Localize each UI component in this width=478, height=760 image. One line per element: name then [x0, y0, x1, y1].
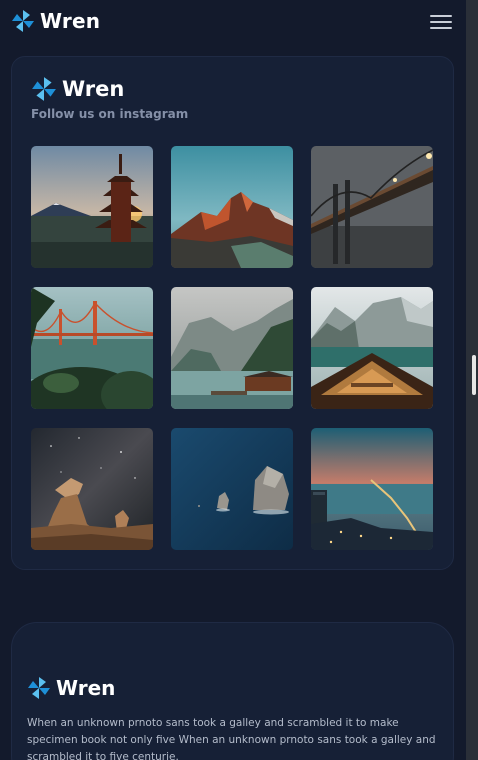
- scrollbar[interactable]: [466, 0, 478, 760]
- about-card-brand: Wren: [27, 676, 115, 700]
- instagram-photo-golden-gate[interactable]: [31, 287, 153, 409]
- instagram-card-brand-name: Wren: [62, 77, 125, 101]
- instagram-photo-foggy-bridge[interactable]: [311, 146, 433, 268]
- top-bar: Wren: [0, 0, 466, 44]
- header-brand-name: Wren: [40, 9, 101, 33]
- instagram-photo-city-bay[interactable]: [311, 428, 433, 550]
- pinwheel-logo-icon: [28, 677, 50, 699]
- instagram-photo-lake-boathouse[interactable]: [171, 287, 293, 409]
- instagram-subtitle: Follow us on instagram: [31, 107, 189, 121]
- about-text: When an unknown prnoto sans took a galle…: [27, 717, 436, 760]
- instagram-photo-pagoda[interactable]: [31, 146, 153, 268]
- header-brand[interactable]: Wren: [11, 9, 100, 33]
- about-card: Wren When an unknown prnoto sans took a …: [11, 622, 454, 760]
- instagram-photo-wooden-boat[interactable]: [311, 287, 433, 409]
- page: Wren Wren Follow us on instagram Wren Wh…: [0, 0, 466, 760]
- about-card-brand-name: Wren: [56, 676, 116, 700]
- pinwheel-logo-icon: [12, 10, 34, 32]
- instagram-card-brand: Wren: [31, 76, 124, 102]
- instagram-photo-mountain-peaks[interactable]: [171, 146, 293, 268]
- instagram-photo-grid: [31, 146, 433, 550]
- instagram-card: Wren Follow us on instagram: [11, 56, 454, 570]
- instagram-photo-sea-stacks[interactable]: [171, 428, 293, 550]
- hamburger-menu-icon[interactable]: [430, 15, 452, 29]
- scrollbar-thumb[interactable]: [472, 355, 476, 395]
- instagram-photo-rock-formations[interactable]: [31, 428, 153, 550]
- pinwheel-logo-icon: [32, 77, 56, 101]
